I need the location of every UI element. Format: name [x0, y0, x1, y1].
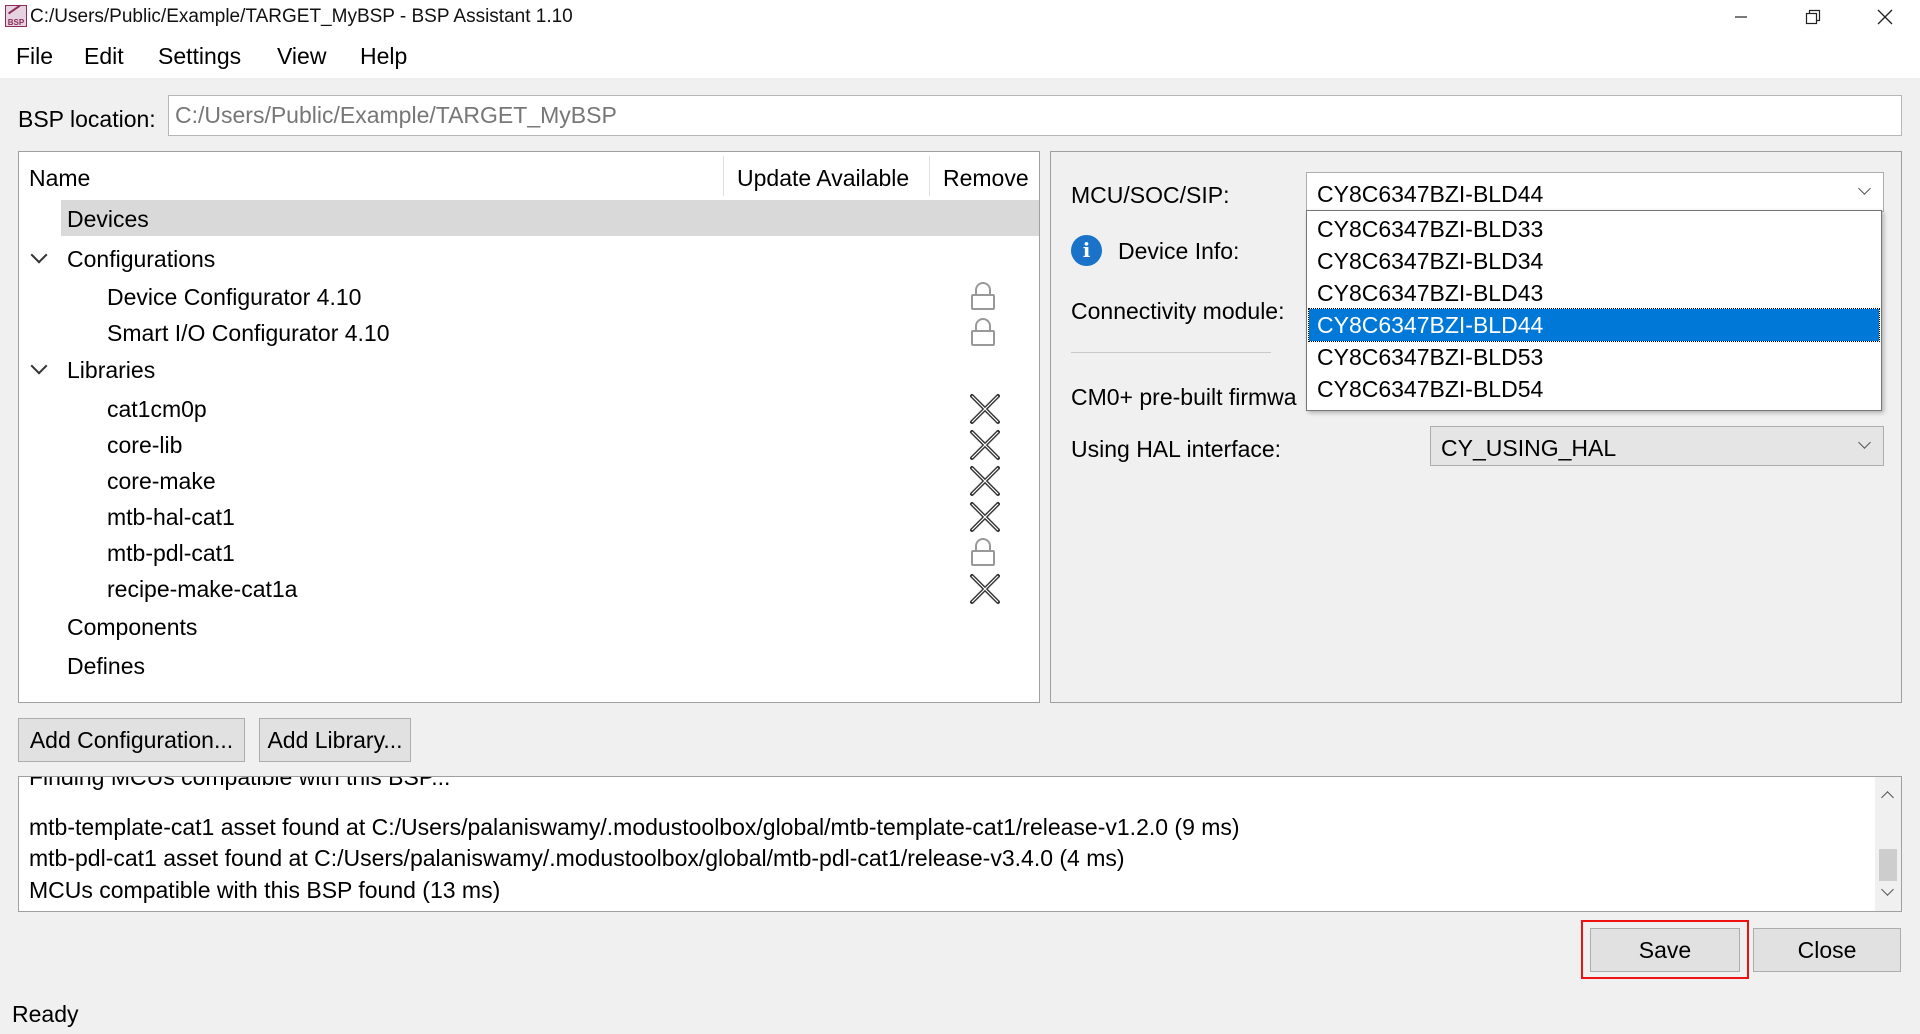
tree-item-defines[interactable]: Defines — [19, 647, 1039, 683]
status-text: Ready — [12, 1001, 79, 1027]
column-update-available[interactable]: Update Available — [737, 165, 909, 192]
tree-item-configurations[interactable]: Configurations — [19, 240, 1039, 276]
log-scrollbar[interactable] — [1875, 777, 1901, 911]
tree-header: Name Update Available Remove — [19, 152, 1039, 198]
tree-item-label: core-lib — [107, 432, 183, 458]
menu-bar: File Edit Settings View Help — [0, 36, 1920, 78]
scroll-thumb[interactable] — [1879, 849, 1897, 881]
cm0-firmware-label: CM0+ pre-built firmwa — [1071, 384, 1297, 410]
menu-settings[interactable]: Settings — [158, 43, 241, 70]
tree-item-label: Devices — [67, 206, 149, 232]
tree-item-label: Components — [67, 614, 198, 640]
lock-icon — [970, 282, 996, 310]
remove-x-icon[interactable] — [968, 464, 1002, 498]
menu-file[interactable]: File — [16, 43, 53, 70]
column-divider — [723, 156, 724, 196]
tree-item-label: recipe-make-cat1a — [107, 576, 298, 602]
tree-item-label: core-make — [107, 468, 216, 494]
dropdown-option-selected[interactable]: CY8C6347BZI-BLD44 — [1308, 308, 1880, 342]
tree-item-mtb-pdl-cat1[interactable]: mtb-pdl-cat1 — [19, 534, 1039, 570]
menu-view[interactable]: View — [277, 43, 326, 70]
lock-icon — [970, 538, 996, 566]
add-library-button[interactable]: Add Library... — [259, 718, 411, 762]
app-icon-text: BSP — [7, 18, 25, 27]
remove-x-icon[interactable] — [968, 428, 1002, 462]
tree-item-device-configurator[interactable]: Device Configurator 4.10 — [19, 278, 1039, 314]
tree-item-label: Configurations — [67, 246, 216, 272]
lock-icon — [970, 318, 996, 346]
log-output[interactable]: Finding MCUs compatible with this BSP...… — [18, 776, 1902, 912]
scroll-down-icon[interactable] — [1881, 883, 1894, 896]
dropdown-option[interactable]: CY8C6347BZI-BLD34 — [1309, 245, 1879, 277]
close-icon[interactable] — [1850, 0, 1920, 36]
info-icon[interactable]: i — [1071, 235, 1102, 266]
tree-item-smart-io-configurator[interactable]: Smart I/O Configurator 4.10 — [19, 314, 1039, 350]
divider — [1071, 352, 1271, 353]
restore-icon[interactable] — [1778, 0, 1848, 36]
log-line: MCUs compatible with this BSP found (13 … — [29, 877, 501, 903]
tree-item-label: Defines — [67, 653, 145, 679]
column-remove[interactable]: Remove — [943, 165, 1029, 192]
close-button[interactable]: Close — [1753, 928, 1901, 972]
dropdown-option[interactable]: CY8C6347BZI-BLD53 — [1309, 341, 1879, 373]
mcu-select[interactable]: CY8C6347BZI-BLD44 — [1306, 172, 1884, 212]
window-title: C:/Users/Public/Example/TARGET_MyBSP - B… — [30, 6, 573, 27]
tree-item-mtb-hal-cat1[interactable]: mtb-hal-cat1 — [19, 498, 1039, 534]
chevron-down-icon — [1858, 182, 1871, 195]
tree-item-core-lib[interactable]: core-lib — [19, 426, 1039, 462]
remove-x-icon[interactable] — [968, 572, 1002, 606]
device-info-label: Device Info: — [1118, 238, 1240, 264]
tree-item-libraries[interactable]: Libraries — [19, 351, 1039, 387]
scroll-up-icon[interactable] — [1881, 791, 1894, 804]
bsp-location-input[interactable] — [168, 95, 1902, 136]
tree-item-label: cat1cm0p — [107, 396, 207, 422]
tree-item-label: mtb-hal-cat1 — [107, 504, 235, 530]
remove-x-icon[interactable] — [968, 500, 1002, 534]
menu-help[interactable]: Help — [360, 43, 407, 70]
mcu-label: MCU/SOC/SIP: — [1071, 182, 1230, 208]
hal-select-value: CY_USING_HAL — [1441, 435, 1617, 461]
save-button[interactable]: Save — [1590, 928, 1740, 972]
tree-item-recipe-make-cat1a[interactable]: recipe-make-cat1a — [19, 570, 1039, 606]
connectivity-module-label: Connectivity module: — [1071, 298, 1285, 324]
column-divider — [929, 156, 930, 196]
minimize-icon[interactable] — [1706, 0, 1776, 36]
title-bar: BSP C:/Users/Public/Example/TARGET_MyBSP… — [0, 0, 1920, 36]
tree-item-components[interactable]: Components — [19, 608, 1039, 644]
bsp-location-label: BSP location: — [18, 106, 156, 132]
tree-item-devices[interactable]: Devices — [61, 200, 1039, 236]
bsp-tree-panel: Name Update Available Remove Devices Con… — [18, 151, 1040, 703]
remove-x-icon[interactable] — [968, 392, 1002, 426]
tree-item-core-make[interactable]: core-make — [19, 462, 1039, 498]
column-name[interactable]: Name — [29, 165, 90, 192]
mcu-select-value: CY8C6347BZI-BLD44 — [1317, 181, 1544, 207]
bsp-app-icon: BSP — [5, 5, 27, 27]
log-line: mtb-pdl-cat1 asset found at C:/Users/pal… — [29, 845, 1125, 871]
tree-item-cat1cm0p[interactable]: cat1cm0p — [19, 390, 1039, 426]
dropdown-option[interactable]: CY8C6347BZI-BLD33 — [1309, 213, 1879, 245]
chevron-down-icon[interactable] — [30, 357, 48, 375]
mcu-dropdown-list: CY8C6347BZI-BLD33 CY8C6347BZI-BLD34 CY8C… — [1306, 210, 1882, 411]
log-line: mtb-template-cat1 asset found at C:/User… — [29, 814, 1240, 840]
tree-item-label: Device Configurator 4.10 — [107, 284, 362, 310]
hal-interface-label: Using HAL interface: — [1071, 436, 1282, 462]
log-line: Finding MCUs compatible with this BSP... — [29, 776, 451, 790]
chevron-down-icon[interactable] — [30, 246, 48, 264]
hal-interface-select[interactable]: CY_USING_HAL — [1430, 426, 1884, 466]
tree-item-label: Libraries — [67, 357, 156, 383]
chevron-down-icon — [1858, 436, 1871, 449]
tree-item-label: mtb-pdl-cat1 — [107, 540, 235, 566]
tree-item-label: Smart I/O Configurator 4.10 — [107, 320, 390, 346]
menu-edit[interactable]: Edit — [84, 43, 124, 70]
add-configuration-button[interactable]: Add Configuration... — [18, 718, 245, 762]
dropdown-option[interactable]: CY8C6347BZI-BLD43 — [1309, 277, 1879, 309]
dropdown-option[interactable]: CY8C6347BZI-BLD54 — [1309, 373, 1879, 405]
